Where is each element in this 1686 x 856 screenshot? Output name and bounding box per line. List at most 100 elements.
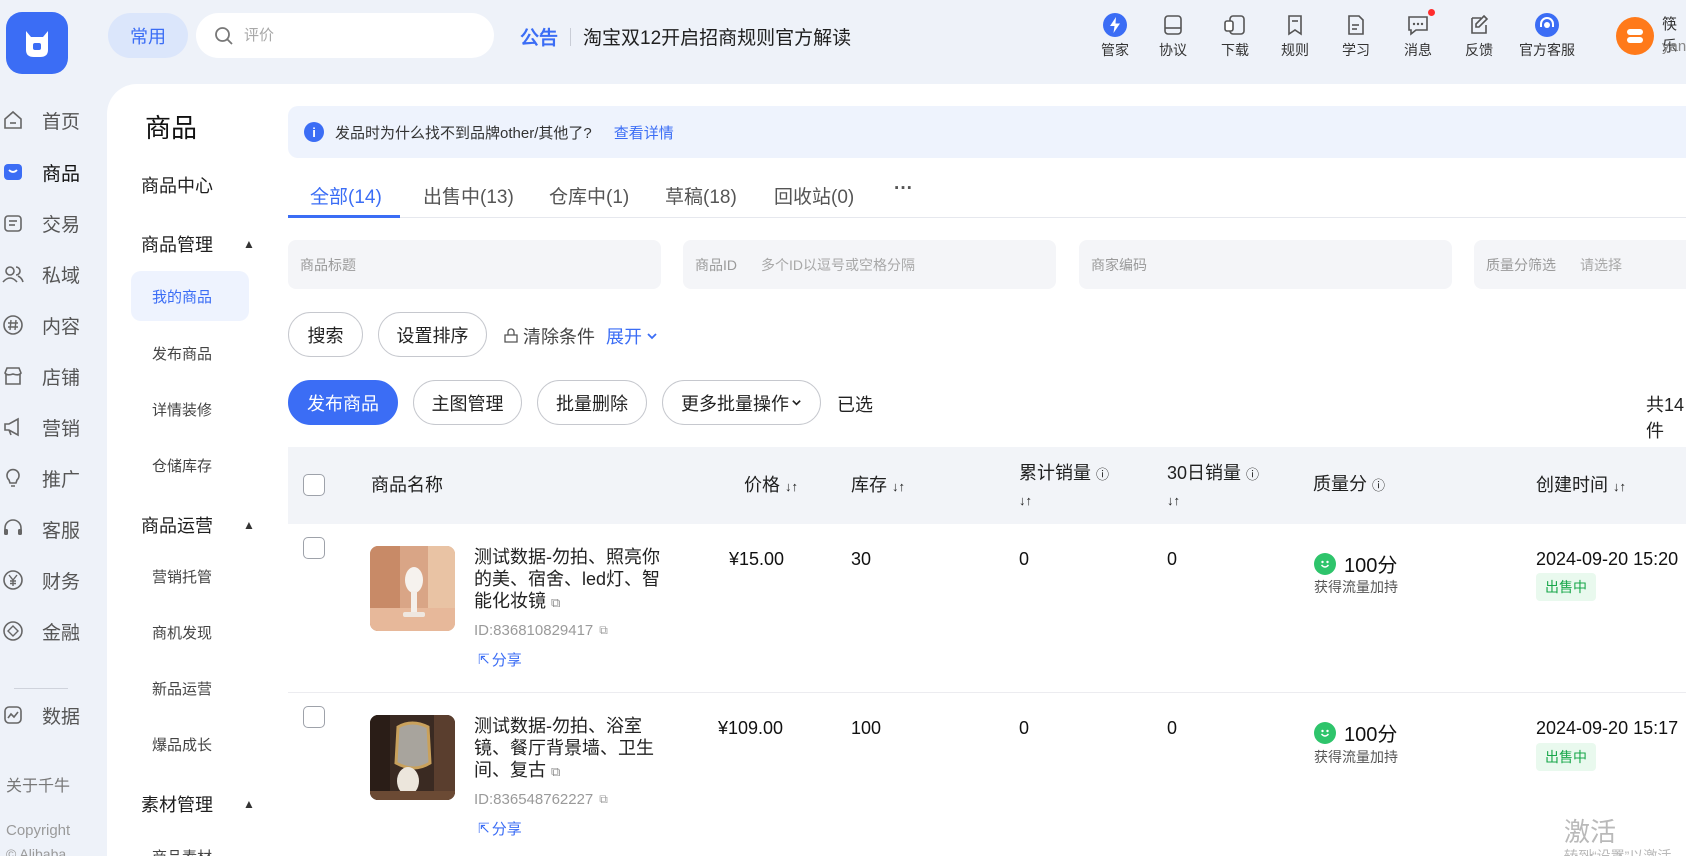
row-checkbox[interactable] bbox=[303, 706, 325, 728]
announcement[interactable]: 公告 淘宝双12开启招商规则官方解读 bbox=[520, 23, 851, 50]
app-logo[interactable] bbox=[6, 12, 68, 74]
share-button[interactable]: ⇱ 分享 bbox=[478, 649, 522, 670]
row-checkbox[interactable] bbox=[303, 537, 325, 559]
submenu-discover[interactable]: 商机发现 bbox=[152, 622, 212, 643]
stock-cell[interactable]: 30 bbox=[851, 549, 871, 570]
share-button[interactable]: ⇱ 分享 bbox=[478, 818, 522, 839]
rail-content[interactable]: 内容 bbox=[0, 310, 100, 340]
copy-icon: ⧉ bbox=[599, 792, 608, 806]
submenu-title: 商品 bbox=[145, 113, 198, 143]
tool-rules[interactable]: 规则 bbox=[1265, 10, 1325, 60]
rail-trade[interactable]: 交易 bbox=[0, 208, 100, 238]
announcement-tag: 公告 bbox=[520, 28, 559, 49]
rail-loan[interactable]: 金融 bbox=[0, 616, 100, 646]
tab-on-sale[interactable]: 出售中(13) bbox=[423, 182, 514, 209]
score-note: 获得流量加持 bbox=[1314, 579, 1398, 595]
feedback-icon bbox=[1471, 14, 1489, 34]
product-title[interactable]: 测试数据-勿拍、浴室镜、餐厅背景墙、卫生间、复古 ⧉ bbox=[474, 715, 664, 783]
announcement-text[interactable]: 淘宝双12开启招商规则官方解读 bbox=[583, 23, 851, 50]
rail-home[interactable]: 首页 bbox=[0, 105, 100, 135]
submenu-group-material[interactable]: 素材管理 ▲ bbox=[141, 791, 255, 817]
rail-service[interactable]: 客服 bbox=[0, 514, 100, 544]
rail-marketing[interactable]: 营销 bbox=[0, 412, 100, 442]
product-thumbnail[interactable] bbox=[370, 546, 455, 631]
tab-recycle[interactable]: 回收站(0) bbox=[774, 182, 854, 209]
quality-score[interactable]: 100分 bbox=[1314, 549, 1397, 578]
rail-store[interactable]: 店铺 bbox=[0, 361, 100, 391]
rail-goods[interactable]: 商品 bbox=[0, 157, 100, 187]
divider bbox=[14, 688, 68, 689]
clear-filters-button[interactable]: 清除条件 bbox=[503, 323, 595, 349]
quality-score[interactable]: 100分 bbox=[1314, 718, 1397, 747]
common-chip[interactable]: 常用 bbox=[108, 13, 188, 58]
tab-draft[interactable]: 草稿(18) bbox=[665, 182, 737, 209]
rail-private[interactable]: 私域 bbox=[0, 259, 100, 289]
tab-all[interactable]: 全部(14) bbox=[310, 182, 382, 209]
product-image-bath-mirror bbox=[370, 715, 455, 800]
main-image-button[interactable]: 主图管理 bbox=[413, 380, 522, 425]
submenu-group-manage[interactable]: 商品管理 ▲ bbox=[141, 231, 255, 257]
stock-cell[interactable]: 100 bbox=[851, 718, 881, 739]
product-thumbnail[interactable] bbox=[370, 715, 455, 800]
submenu-inventory[interactable]: 仓储库存 bbox=[152, 455, 212, 476]
search-button[interactable]: 搜索 bbox=[288, 312, 363, 357]
tool-manager[interactable]: 管家 bbox=[1085, 10, 1145, 60]
product-title[interactable]: 测试数据-勿拍、照亮你的美、宿舍、led灯、智能化妆镜 ⧉ bbox=[474, 546, 664, 614]
view-details-link[interactable]: 查看详情 bbox=[614, 122, 674, 143]
col-stock[interactable]: 库存 ↓↑ bbox=[851, 473, 905, 499]
quality-filter[interactable]: 质量分筛选 请选择 bbox=[1474, 240, 1686, 289]
publish-goods-button[interactable]: 发布商品 bbox=[288, 380, 398, 425]
share-icon: ⇱ bbox=[478, 651, 490, 667]
people-icon bbox=[2, 266, 24, 283]
title-filter[interactable]: 商品标题 bbox=[288, 240, 661, 289]
submenu-new[interactable]: 新品运营 bbox=[152, 678, 212, 699]
product-image-mirror bbox=[370, 546, 455, 631]
tool-agreement[interactable]: 协议 bbox=[1143, 10, 1203, 60]
code-filter[interactable]: 商家编码 bbox=[1079, 240, 1452, 289]
rail-finance[interactable]: 财务 bbox=[0, 565, 100, 595]
id-filter[interactable]: 商品ID 多个ID以逗号或空格分隔 bbox=[683, 240, 1056, 289]
rail-data[interactable]: 数据 bbox=[0, 700, 100, 730]
sort-icon: ↓↑ bbox=[785, 479, 799, 494]
tool-feedback[interactable]: 反馈 bbox=[1449, 10, 1509, 60]
submenu-material[interactable]: 商品素材 bbox=[152, 846, 212, 856]
batch-delete-button[interactable]: 批量删除 bbox=[537, 380, 647, 425]
tool-message[interactable]: 消息 bbox=[1388, 9, 1448, 60]
more-tabs-button[interactable]: ··· bbox=[894, 178, 913, 200]
col-total-sales[interactable]: 累计销量 ⓘ ↓↑ bbox=[1019, 461, 1109, 513]
sort-settings-button[interactable]: 设置排序 bbox=[378, 312, 487, 357]
submenu-decorate[interactable]: 详情装修 bbox=[152, 399, 212, 420]
select-all-checkbox[interactable] bbox=[303, 474, 325, 496]
submenu-trust[interactable]: 营销托管 bbox=[152, 566, 212, 587]
submenu-publish[interactable]: 发布商品 bbox=[152, 343, 212, 364]
smile-icon bbox=[1314, 721, 1336, 744]
help-icon: ⓘ bbox=[1246, 467, 1260, 482]
submenu-my-goods[interactable]: 我的商品 bbox=[131, 271, 249, 321]
global-search[interactable] bbox=[196, 13, 494, 58]
submenu-hot[interactable]: 爆品成长 bbox=[152, 734, 212, 755]
study-icon bbox=[1348, 15, 1364, 35]
tool-download[interactable]: 下载 bbox=[1205, 10, 1265, 60]
more-batch-button[interactable]: 更多批量操作 bbox=[662, 380, 821, 425]
avatar[interactable] bbox=[1616, 17, 1654, 55]
col-30d-sales[interactable]: 30日销量 ⓘ ↓↑ bbox=[1167, 461, 1259, 513]
submenu-group-ops[interactable]: 商品运营 ▲ bbox=[141, 512, 255, 538]
expand-filters-button[interactable]: 展开 bbox=[606, 323, 658, 349]
tool-study[interactable]: 学习 bbox=[1326, 10, 1386, 60]
col-created[interactable]: 创建时间 ↓↑ bbox=[1536, 473, 1626, 499]
about-link[interactable]: 关于千牛 bbox=[6, 772, 70, 796]
submenu-center[interactable]: 商品中心 bbox=[141, 172, 213, 198]
status-badge: 出售中 bbox=[1536, 743, 1596, 771]
selected-count: 已选 bbox=[837, 395, 873, 415]
col-price[interactable]: 价格 ↓↑ bbox=[744, 473, 798, 499]
price-cell: ¥15.00 bbox=[729, 549, 785, 569]
tab-warehouse[interactable]: 仓库中(1) bbox=[549, 182, 629, 209]
copyright-owner: © Alibaba bbox=[6, 846, 67, 856]
divider bbox=[288, 692, 1686, 693]
product-id: ID:836548762227 ⧉ bbox=[474, 791, 608, 808]
tool-support[interactable]: 官方客服 bbox=[1507, 10, 1587, 60]
search-input[interactable] bbox=[244, 27, 464, 44]
price-cell: ¥109.00 bbox=[718, 718, 784, 738]
rail-promote[interactable]: 推广 bbox=[0, 463, 100, 493]
shop-avatar-icon bbox=[1627, 29, 1643, 43]
